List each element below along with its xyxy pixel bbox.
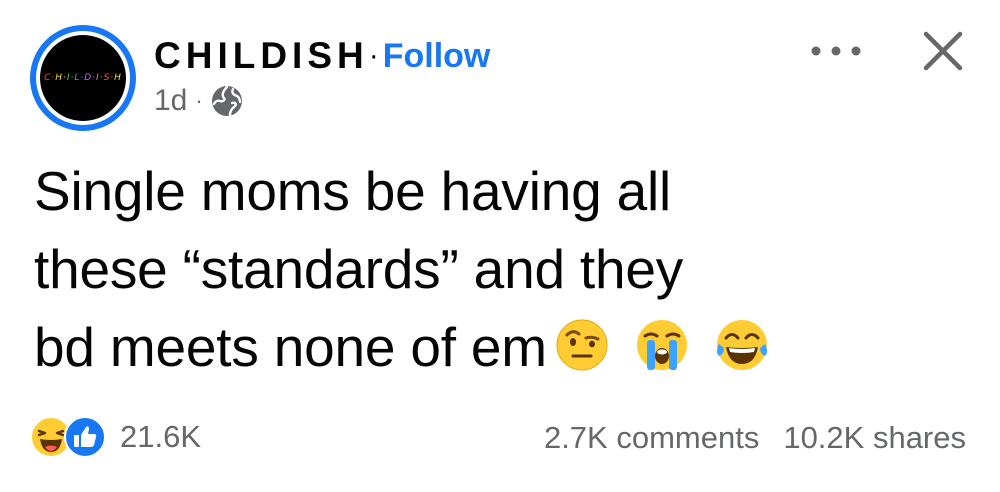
tears-of-joy-emoji xyxy=(716,320,767,371)
post-text-line: bd meets none of em xyxy=(34,316,547,378)
meta-separator: · xyxy=(195,88,203,113)
post-text-line-last: bd meets none of em xyxy=(34,308,964,386)
avatar-logo-letter: C· xyxy=(44,73,56,83)
post-meta: 1d · xyxy=(154,84,243,118)
avatar-logo-letter: D· xyxy=(84,73,97,83)
follow-button[interactable]: Follow xyxy=(383,37,491,76)
reaction-summary[interactable]: 21.6K xyxy=(30,416,201,458)
avatar-logo-letter: H· xyxy=(55,73,67,83)
page-name[interactable]: CHILDISH xyxy=(154,35,369,77)
globe-icon xyxy=(211,85,242,117)
avatar-logo: C·H·I·L·D·I·S·H xyxy=(44,73,122,83)
avatar-logo-letter: I· xyxy=(96,73,104,83)
reaction-count: 21.6K xyxy=(120,419,202,454)
avatar-ring: C·H·I·L·D·I·S·H xyxy=(36,31,130,125)
raised-eyebrow-emoji xyxy=(556,319,608,371)
post-footer: 21.6K 2.7K comments 10.2K shares xyxy=(0,412,1000,468)
avatar-image: C·H·I·L·D·I·S·H xyxy=(40,35,126,121)
avatar-logo-letter: H xyxy=(114,73,122,83)
post-text-line: these “standards” and they xyxy=(34,238,684,300)
author-row: CHILDISH · Follow xyxy=(154,34,490,78)
like-reaction-icon xyxy=(64,416,106,458)
comments-count[interactable]: 2.7K comments xyxy=(544,420,759,456)
post-body: Single moms be having all these “standar… xyxy=(34,152,964,386)
close-icon[interactable] xyxy=(920,28,966,74)
more-options-icon[interactable] xyxy=(808,36,864,66)
page-avatar[interactable]: C·H·I·L·D·I·S·H xyxy=(30,25,136,131)
avatar-logo-letter: S· xyxy=(103,73,115,83)
post-emojis xyxy=(555,318,795,372)
post-text-line: Single moms be having all xyxy=(34,160,672,222)
post-timestamp[interactable]: 1d xyxy=(154,84,187,118)
post-header: C·H·I·L·D·I·S·H CHILDISH · Follow 1d · xyxy=(0,0,1000,140)
engagement-stats: 2.7K comments 10.2K shares xyxy=(544,420,966,456)
avatar-logo-letter: L· xyxy=(74,73,85,83)
name-separator: · xyxy=(368,39,379,72)
crying-face-emoji xyxy=(636,320,687,371)
shares-count[interactable]: 10.2K shares xyxy=(783,420,966,456)
